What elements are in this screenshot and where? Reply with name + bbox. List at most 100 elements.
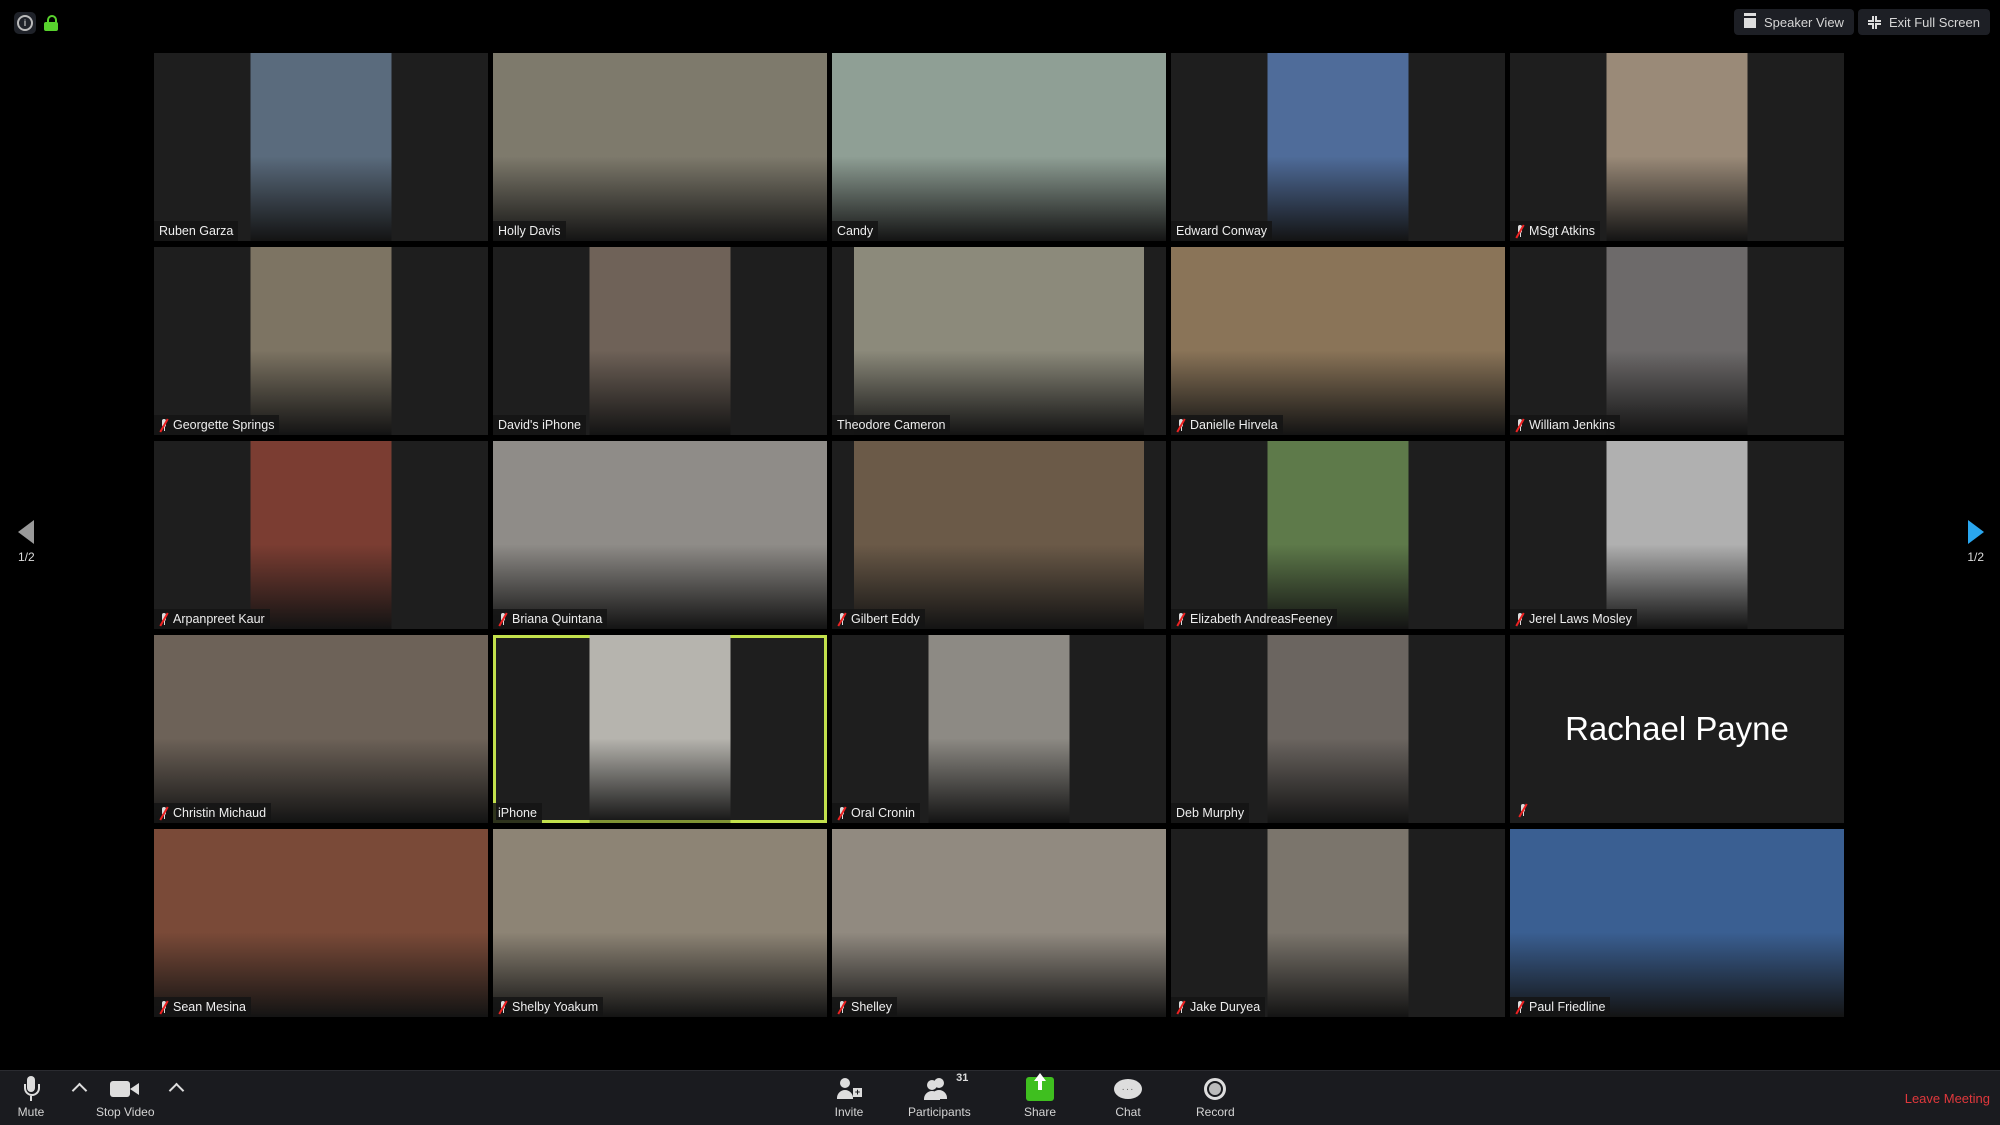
participant-name: Elizabeth AndreasFeeney [1190,612,1333,626]
exit-full-screen-icon [1867,15,1881,29]
participant-name-tag: Holly Davis [493,221,566,241]
participant-video [250,53,392,241]
participant-tile[interactable]: Danielle Hirvela [1171,247,1505,435]
microphone-icon [16,1076,46,1102]
participant-name: David's iPhone [498,418,581,432]
participant-tile[interactable]: MSgt Atkins [1510,53,1844,241]
participant-name: Sean Mesina [173,1000,246,1014]
leave-meeting-button[interactable]: Leave Meeting [1905,1091,1990,1106]
participant-video [832,829,1166,1017]
participant-name: Ruben Garza [159,224,234,238]
participant-tile[interactable]: Paul Friedline [1510,829,1844,1017]
mute-button[interactable]: Mute [16,1076,46,1119]
exit-full-screen-button[interactable]: Exit Full Screen [1857,9,1990,35]
participant-tile[interactable]: Arpanpreet Kaur [154,441,488,629]
participant-name-tag: Shelby Yoakum [493,997,604,1017]
participant-tile[interactable]: Deb Murphy [1171,635,1505,823]
participant-name: Briana Quintana [512,612,603,626]
participant-video [928,635,1070,823]
participant-name: Arpanpreet Kaur [173,612,265,626]
participant-video [493,829,827,1017]
next-page-button[interactable]: 1/2 [1967,520,1984,564]
participant-tile[interactable]: Edward Conway [1171,53,1505,241]
participant-tile[interactable]: Jake Duryea [1171,829,1505,1017]
participant-tile[interactable]: David's iPhone [493,247,827,435]
participant-video [493,441,827,629]
muted-microphone-icon [837,806,847,820]
previous-page-button[interactable]: 1/2 [18,520,35,564]
participant-video [250,247,392,435]
participant-tile[interactable]: Gilbert Eddy [832,441,1166,629]
speaker-view-button[interactable]: Speaker View [1733,9,1854,35]
share-label: Share [1024,1105,1057,1119]
video-options-caret-icon[interactable] [168,1082,185,1099]
participant-tile[interactable]: William Jenkins [1510,247,1844,435]
participant-name: Georgette Springs [173,418,275,432]
participant-display-name: Rachael Payne [1565,710,1789,747]
participant-tile[interactable]: Briana Quintana [493,441,827,629]
stop-video-button[interactable]: Stop Video [96,1076,155,1119]
participant-name-tag: Ruben Garza [154,221,239,241]
participant-tile[interactable]: Ruben Garza [154,53,488,241]
participant-name-tag: Candy [832,221,879,241]
participant-name: William Jenkins [1529,418,1616,432]
participant-video [1606,247,1748,435]
participant-tile[interactable]: Holly Davis [493,53,827,241]
participant-name: Gilbert Eddy [851,612,920,626]
participant-tile[interactable]: Theodore Cameron [832,247,1166,435]
participant-video [1267,635,1409,823]
participant-tile[interactable]: Sean Mesina [154,829,488,1017]
participant-tile[interactable]: Georgette Springs [154,247,488,435]
muted-microphone-icon [1515,612,1525,626]
participant-name: Paul Friedline [1529,1000,1606,1014]
muted-microphone-icon [1176,1000,1186,1014]
gallery-grid: Ruben Garza Holly Davis Candy Edward Conway… [154,53,1844,1017]
participant-tile[interactable]: Shelby Yoakum [493,829,827,1017]
participant-tile[interactable]: Christin Michaud [154,635,488,823]
participant-video [250,441,392,629]
participant-tile[interactable]: Shelley [832,829,1166,1017]
participant-name: Jake Duryea [1190,1000,1261,1014]
muted-microphone-icon [1515,224,1525,238]
participant-name: Holly Davis [498,224,561,238]
stop-video-label: Stop Video [96,1105,155,1119]
audio-options-caret-icon[interactable] [71,1082,88,1099]
participant-name-tag: Deb Murphy [1171,803,1250,823]
arrow-left-icon [18,520,35,544]
participant-video [1606,53,1748,241]
info-icon[interactable]: i [14,12,36,34]
video-camera-icon [110,1079,140,1099]
participant-video [1171,247,1505,435]
invite-icon: + [834,1077,864,1101]
participants-button[interactable]: 31 Participants [908,1072,971,1119]
page-indicator-left: 1/2 [18,550,35,564]
mute-label: Mute [17,1105,45,1119]
participant-tile[interactable]: iPhone [493,635,827,823]
participant-video [154,829,488,1017]
view-controls: Speaker View Exit Full Screen [1733,9,1990,35]
participant-tile[interactable]: Elizabeth AndreasFeeney [1171,441,1505,629]
participant-tile[interactable]: Rachael Payne [1510,635,1844,823]
lock-icon[interactable] [44,15,58,31]
muted-microphone-icon [498,612,508,626]
muted-microphone-icon [1176,418,1186,432]
participant-name-tag: Arpanpreet Kaur [154,609,270,629]
participant-tile[interactable]: Jerel Laws Mosley [1510,441,1844,629]
participant-tile[interactable]: Oral Cronin [832,635,1166,823]
invite-button[interactable]: + Invite [834,1076,864,1119]
speaker-view-label: Speaker View [1763,14,1844,30]
share-button[interactable]: Share [1024,1073,1057,1119]
participant-name-tag: Christin Michaud [154,803,272,823]
chat-bubble-icon: ··· [1114,1079,1142,1099]
chat-button[interactable]: ··· Chat [1114,1076,1142,1119]
participant-tile[interactable]: Candy [832,53,1166,241]
participant-name: Danielle Hirvela [1190,418,1278,432]
participant-name-tag: Georgette Springs [154,415,280,435]
participant-video [1606,441,1748,629]
participant-name-tag: Oral Cronin [832,803,920,823]
muted-microphone-icon [159,612,169,626]
participant-name: Edward Conway [1176,224,1268,238]
page-indicator-right: 1/2 [1967,550,1984,564]
participant-video [493,53,827,241]
record-button[interactable]: Record [1196,1076,1235,1119]
